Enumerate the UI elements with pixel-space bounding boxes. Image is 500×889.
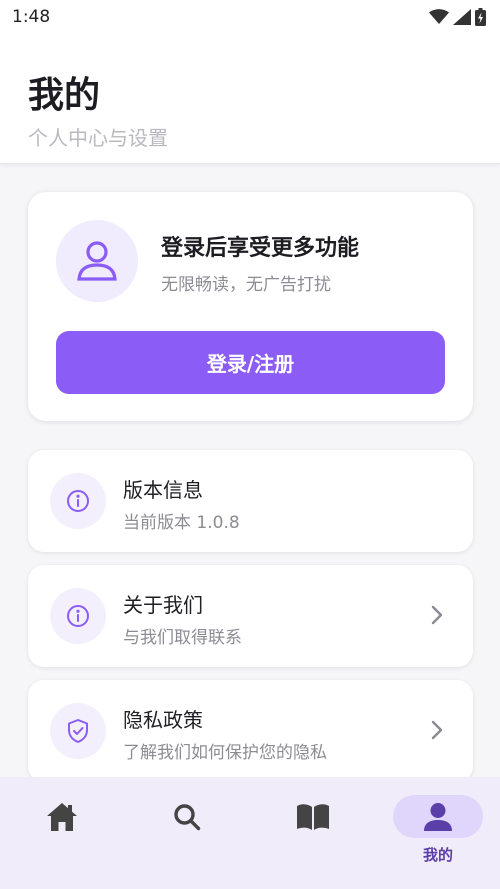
chevron-right-icon xyxy=(425,718,449,742)
nav-item-library[interactable] xyxy=(268,795,358,865)
status-icons xyxy=(429,8,486,26)
menu-item-about-us[interactable]: 关于我们 与我们取得联系 xyxy=(28,565,473,667)
nav-pill xyxy=(142,795,232,839)
book-icon xyxy=(297,804,329,830)
menu-item-privacy-policy[interactable]: 隐私政策 了解我们如何保护您的隐私 xyxy=(28,680,473,782)
user-icon xyxy=(77,241,117,281)
info-icon xyxy=(67,605,89,627)
shield-check-icon xyxy=(68,719,88,743)
nav-pill xyxy=(17,795,107,839)
wifi-icon xyxy=(429,9,449,24)
person-icon xyxy=(424,802,452,831)
menu-icon-container xyxy=(50,703,106,759)
status-time: 1:48 xyxy=(12,7,51,27)
menu-item-title: 隐私政策 xyxy=(123,708,203,732)
status-bar: 1:48 xyxy=(0,0,500,34)
login-register-button[interactable]: 登录/注册 xyxy=(56,331,445,394)
menu-item-title: 关于我们 xyxy=(123,593,203,617)
home-icon xyxy=(47,803,77,831)
login-title: 登录后享受更多功能 xyxy=(161,236,360,261)
nav-pill-active xyxy=(393,795,483,838)
nav-item-home[interactable] xyxy=(17,795,107,865)
nav-label-profile: 我的 xyxy=(422,846,453,864)
menu-icon-container xyxy=(50,473,106,529)
nav-item-profile[interactable]: 我的 xyxy=(393,795,483,865)
battery-icon xyxy=(475,8,486,26)
nav-pill xyxy=(268,795,358,839)
nav-item-search[interactable] xyxy=(142,795,232,865)
avatar xyxy=(56,220,138,302)
page-subtitle: 个人中心与设置 xyxy=(28,126,168,150)
login-card: 登录后享受更多功能 无限畅读，无广告打扰 登录/注册 xyxy=(28,192,473,421)
bottom-navigation: 我的 xyxy=(0,777,500,889)
info-icon xyxy=(67,490,89,512)
menu-item-description: 了解我们如何保护您的隐私 xyxy=(123,743,327,763)
signal-icon xyxy=(453,9,471,25)
menu-item-title: 版本信息 xyxy=(123,478,203,502)
menu-item-version[interactable]: 版本信息 当前版本 1.0.8 xyxy=(28,450,473,552)
menu-item-description: 当前版本 1.0.8 xyxy=(123,513,240,533)
menu-icon-container xyxy=(50,588,106,644)
chevron-right-icon xyxy=(425,603,449,627)
login-description: 无限畅读，无广告打扰 xyxy=(161,275,331,295)
search-icon xyxy=(174,804,201,831)
page-title: 我的 xyxy=(28,75,101,116)
page-header: 我的 个人中心与设置 xyxy=(0,34,500,164)
menu-item-description: 与我们取得联系 xyxy=(123,628,242,648)
